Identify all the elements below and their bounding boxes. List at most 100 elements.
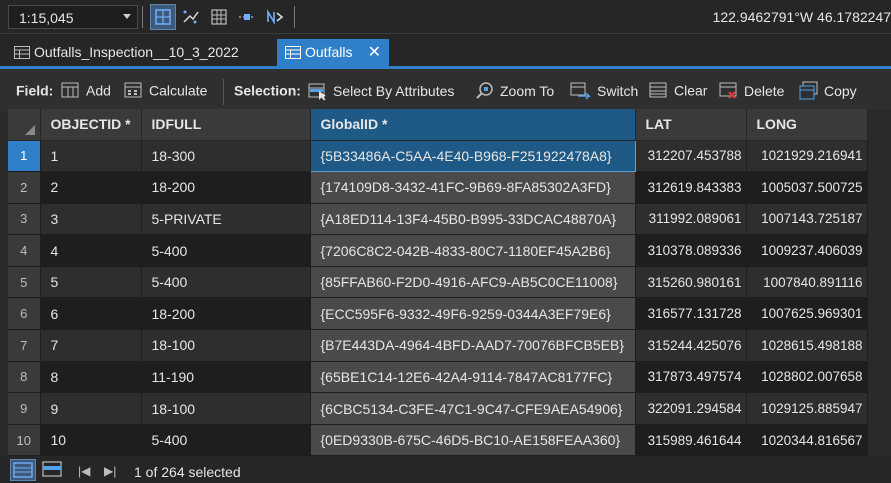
cell-globalid[interactable]: {5B33486A-C5AA-4E40-B968-F251922478A8} xyxy=(309,139,636,173)
cell-objectid[interactable]: 9 xyxy=(40,392,142,425)
table-view-button[interactable] xyxy=(206,4,232,30)
cell-idfull[interactable]: 5-PRIVATE xyxy=(141,203,311,236)
clear-selection-button[interactable]: Clear xyxy=(649,81,707,103)
table-row[interactable]: 3 3 5-PRIVATE {A18ED114-13F4-45B0-B995-33DC… xyxy=(8,203,868,236)
switch-selection-button[interactable]: Switch xyxy=(570,81,638,103)
column-header-globalid[interactable]: GlobalID * xyxy=(310,109,636,141)
measure-button[interactable] xyxy=(178,4,204,30)
table-row[interactable]: 5 5 5-400 {85FFAB60-F2D0-4916-AFC9-AB5C0CE1… xyxy=(8,266,868,299)
scale-dropdown[interactable]: 1:15,045 xyxy=(8,5,138,29)
select-all-corner[interactable] xyxy=(8,109,41,141)
cell-objectid[interactable]: 5 xyxy=(40,266,142,299)
cell-idfull[interactable]: 5-400 xyxy=(141,234,311,267)
cell-lat[interactable]: 315260.980161 xyxy=(635,266,747,299)
cell-long[interactable]: 1009237.406039 xyxy=(746,234,868,267)
copy-selection-button[interactable]: Copy xyxy=(799,81,857,103)
cell-globalid[interactable]: {7206C8C2-042B-4833-80C7-1180EF45A2B6} xyxy=(310,234,636,267)
delete-selection-button[interactable]: Delete xyxy=(719,81,784,103)
select-by-attributes-button[interactable]: Select By Attributes xyxy=(308,81,454,103)
cell-idfull[interactable]: 5-400 xyxy=(141,424,311,456)
calculate-field-button[interactable]: Calculate xyxy=(124,81,207,103)
calculate-label: Calculate xyxy=(149,82,208,99)
first-record-icon[interactable]: |◀ xyxy=(78,464,90,478)
cell-idfull[interactable]: 18-100 xyxy=(141,329,311,362)
cell-idfull[interactable]: 5-400 xyxy=(141,266,311,299)
table-row[interactable]: 7 7 18-100 {B7E443DA-4964-4BFD-AAD7-70076BF… xyxy=(8,329,868,362)
cell-long[interactable]: 1028802.007658 xyxy=(746,361,868,394)
tab-outfalls-inspection[interactable]: Outfalls_Inspection__10_3_2022 xyxy=(6,39,274,66)
row-header[interactable]: 8 xyxy=(8,361,41,394)
cell-objectid[interactable]: 4 xyxy=(40,234,142,267)
cell-long[interactable]: 1005037.500725 xyxy=(746,171,868,204)
show-all-records-button[interactable] xyxy=(10,459,36,481)
cell-objectid[interactable]: 3 xyxy=(40,203,142,236)
add-field-button[interactable]: Add xyxy=(61,81,111,103)
cell-long[interactable]: 1007840.891116 xyxy=(746,266,868,299)
cell-objectid[interactable]: 10 xyxy=(40,424,142,456)
cell-globalid[interactable]: {6CBC5134-C3FE-47C1-9C47-CFE9AEA54906} xyxy=(310,392,636,425)
cell-long[interactable]: 1007625.969301 xyxy=(746,297,868,331)
cell-idfull[interactable]: 18-100 xyxy=(141,392,311,425)
column-header-lat[interactable]: LAT xyxy=(635,109,747,141)
cell-long[interactable]: 1029125.885947 xyxy=(746,392,868,425)
cell-long[interactable]: 1028615.498188 xyxy=(746,329,868,362)
column-header-objectid[interactable]: OBJECTID * xyxy=(40,109,142,141)
cell-lat[interactable]: 311992.089061 xyxy=(635,203,747,236)
correction-button[interactable] xyxy=(262,4,288,30)
row-header[interactable]: 6 xyxy=(8,297,41,331)
cell-idfull[interactable]: 18-200 xyxy=(141,171,311,204)
grid-snap-button[interactable] xyxy=(150,4,176,30)
table-row[interactable]: 4 4 5-400 {7206C8C2-042B-4833-80C7-1180EF45… xyxy=(8,234,868,267)
zoom-to-button[interactable]: Zoom To xyxy=(475,81,554,103)
cell-globalid[interactable]: {ECC595F6-9332-49F6-9259-0344A3EF79E6} xyxy=(310,297,636,331)
cell-objectid[interactable]: 8 xyxy=(40,361,142,394)
cell-idfull[interactable]: 18-200 xyxy=(141,297,311,331)
cell-objectid[interactable]: 2 xyxy=(40,171,142,204)
row-header[interactable]: 5 xyxy=(8,266,41,299)
cell-objectid[interactable]: 7 xyxy=(40,329,142,362)
table-row[interactable]: 2 2 18-200 {174109D8-3432-41FC-9B69-8FA8530… xyxy=(8,171,868,204)
table-row[interactable]: 10 10 5-400 {0ED9330B-675C-46D5-BC10-AE158F… xyxy=(8,424,868,456)
row-header[interactable]: 4 xyxy=(8,234,41,267)
cell-lat[interactable]: 310378.089336 xyxy=(635,234,747,267)
cell-globalid[interactable]: {A18ED114-13F4-45B0-B995-33DCAC48870A} xyxy=(310,203,636,236)
show-selected-records-button[interactable] xyxy=(40,459,66,481)
column-header-long[interactable]: LONG xyxy=(746,109,868,141)
cell-idfull[interactable]: 11-190 xyxy=(141,361,311,394)
cell-globalid[interactable]: {85FFAB60-F2D0-4916-AFC9-AB5C0CE11008} xyxy=(310,266,636,299)
table-row[interactable]: 9 9 18-100 {6CBC5134-C3FE-47C1-9C47-CFE9AEA… xyxy=(8,392,868,425)
tab-outfalls[interactable]: Outfalls ✕ xyxy=(277,39,389,66)
cell-objectid[interactable]: 6 xyxy=(40,297,142,331)
zoom-icon xyxy=(476,82,493,99)
snapping-button[interactable] xyxy=(234,4,260,30)
table-row[interactable]: 1 1 18-300 {5B33486A-C5AA-4E40-B968-F251922… xyxy=(8,139,868,173)
cell-lat[interactable]: 312619.843383 xyxy=(635,171,747,204)
cell-globalid[interactable]: {65BE1C14-12E6-42A4-9114-7847AC8177FC} xyxy=(310,361,636,394)
column-header-idfull[interactable]: IDFULL xyxy=(141,109,311,141)
cell-lat[interactable]: 315989.461644 xyxy=(635,424,747,456)
table-row[interactable]: 8 8 11-190 {65BE1C14-12E6-42A4-9114-7847AC8… xyxy=(8,361,868,394)
row-header[interactable]: 10 xyxy=(8,424,41,456)
cell-long[interactable]: 1020344.816567 xyxy=(746,424,868,456)
row-header[interactable]: 9 xyxy=(8,392,41,425)
row-header[interactable]: 7 xyxy=(8,329,41,362)
cell-lat[interactable]: 317873.497574 xyxy=(635,361,747,394)
chevron-down-icon[interactable] xyxy=(123,14,131,19)
cell-globalid[interactable]: {174109D8-3432-41FC-9B69-8FA85302A3FD} xyxy=(310,171,636,204)
table-row[interactable]: 6 6 18-200 {ECC595F6-9332-49F6-9259-0344A3E… xyxy=(8,297,868,331)
cell-long[interactable]: 1021929.216941 xyxy=(746,140,868,173)
cell-lat[interactable]: 312207.453788 xyxy=(635,140,747,173)
close-icon[interactable]: ✕ xyxy=(368,42,381,62)
last-record-icon[interactable]: ▶| xyxy=(104,464,116,478)
cell-globalid[interactable]: {B7E443DA-4964-4BFD-AAD7-70076BFCB5EB} xyxy=(310,329,636,362)
row-header[interactable]: 3 xyxy=(8,203,41,236)
cell-globalid[interactable]: {0ED9330B-675C-46D5-BC10-AE158FEAA360} xyxy=(310,424,636,456)
cell-idfull[interactable]: 18-300 xyxy=(141,140,311,173)
cell-lat[interactable]: 316577.131728 xyxy=(635,297,747,331)
row-header[interactable]: 1 xyxy=(8,140,41,173)
cell-lat[interactable]: 322091.294584 xyxy=(635,392,747,425)
cell-objectid[interactable]: 1 xyxy=(40,140,142,173)
cell-long[interactable]: 1007143.725187 xyxy=(746,203,868,236)
row-header[interactable]: 2 xyxy=(8,171,41,204)
cell-lat[interactable]: 315244.425076 xyxy=(635,329,747,362)
